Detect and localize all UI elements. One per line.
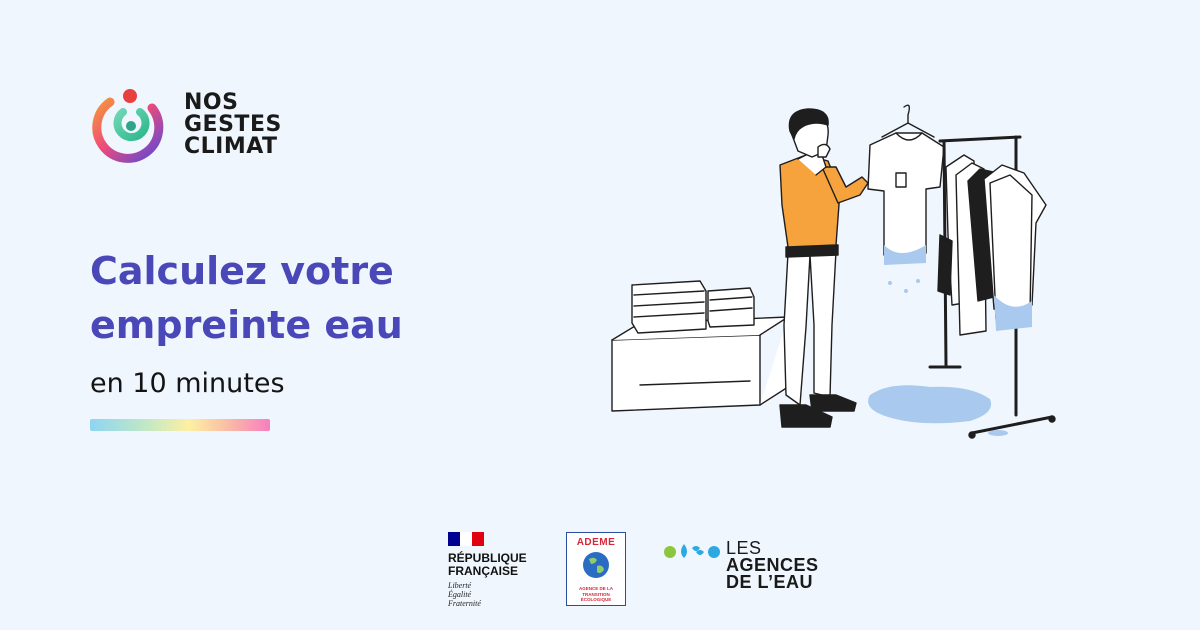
brand-line: NOS bbox=[184, 90, 239, 115]
agences-text: LES AGENCES DE L’EAU bbox=[726, 539, 819, 592]
held-shirt bbox=[867, 104, 945, 293]
republique-francaise-logo: RÉPUBLIQUE FRANÇAISE Liberté Égalité Fra… bbox=[448, 532, 548, 608]
ademe-logo: ADEME AGENCE DE LA TRANSITION ÉCOLOGIQUE bbox=[566, 532, 626, 606]
page-title-line: empreinte eau bbox=[90, 303, 403, 347]
folded-clothes-stack bbox=[631, 280, 755, 334]
french-flag-icon bbox=[448, 532, 484, 546]
partner-logos: RÉPUBLIQUE FRANÇAISE Liberté Égalité Fra… bbox=[448, 532, 819, 608]
rf-motto-line: Égalité bbox=[448, 590, 472, 599]
agences-line: DE L’EAU bbox=[726, 572, 814, 592]
man-figure bbox=[779, 108, 869, 428]
ademe-subtitle: AGENCE DE LA TRANSITION ÉCOLOGIQUE bbox=[567, 586, 625, 603]
rf-motto-line: Liberté bbox=[448, 581, 472, 590]
brand-line: CLIMAT bbox=[184, 134, 278, 159]
water-drops-icon bbox=[662, 542, 724, 566]
nos-gestes-climat-logo-icon bbox=[92, 86, 166, 164]
page-subtitle: en 10 minutes bbox=[90, 368, 285, 399]
brand-header: NOS GESTES CLIMAT bbox=[92, 86, 282, 164]
brand-name: NOS GESTES CLIMAT bbox=[184, 92, 282, 158]
ademe-subtitle-line: ÉCOLOGIQUE bbox=[580, 597, 612, 602]
rf-title-line: FRANÇAISE bbox=[448, 564, 519, 578]
brand-line: GESTES bbox=[184, 112, 282, 137]
ademe-name: ADEME bbox=[576, 537, 616, 548]
agences-de-leau-logo: LES AGENCES DE L’EAU bbox=[662, 539, 819, 592]
rf-motto-line: Fraternité bbox=[448, 599, 481, 608]
rf-motto: Liberté Égalité Fraternité bbox=[448, 581, 548, 608]
page-title-line: Calculez votre bbox=[90, 249, 394, 293]
globe-icon bbox=[567, 550, 625, 584]
gradient-divider bbox=[90, 419, 270, 431]
man-choosing-clothes-illustration bbox=[600, 95, 1070, 459]
page-title: Calculez votre empreinte eau bbox=[90, 244, 530, 352]
